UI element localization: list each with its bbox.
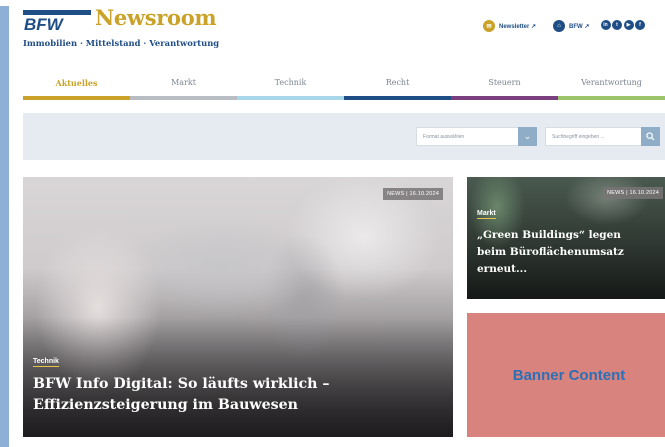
nav-color-bar	[237, 96, 344, 100]
search-input[interactable]: Suchbegriff eingeben ...	[545, 127, 660, 146]
newsletter-label: Newsletter ↗	[499, 23, 537, 30]
mail-icon: ✉	[483, 20, 495, 32]
main-nav: Aktuelles Markt Technik Recht Steuern Ve…	[23, 76, 665, 100]
hero-title-line: BFW Info Digital: So läufts wirklich –	[33, 376, 330, 392]
side-title-line: beim Büroflächenumsatz	[477, 246, 624, 258]
youtube-icon[interactable]: ▶	[623, 20, 634, 30]
side-title[interactable]: „Green Buildings“ legen beim Büroflächen…	[477, 227, 624, 278]
nav-item-verantwortung[interactable]: Verantwortung	[558, 76, 665, 100]
hero-title-line: Effizienzsteigerung im Bauwesen	[33, 397, 298, 413]
side-title-line: „Green Buildings“ legen	[477, 229, 621, 241]
side-category[interactable]: Markt	[477, 210, 496, 219]
social-links: in t ▶ f	[599, 20, 645, 30]
search-button[interactable]	[641, 127, 660, 146]
format-select-placeholder: Format auswählen	[423, 134, 465, 140]
house-icon: ⌂	[553, 20, 565, 32]
nav-label: Recht	[385, 78, 410, 87]
nav-color-bar	[558, 96, 665, 100]
banner-ad[interactable]: Banner Content	[467, 313, 665, 437]
bfw-logo-icon: BFW	[23, 10, 91, 34]
hero-article[interactable]: NEWS | 16.10.2024 Technik BFW Info Digit…	[23, 177, 453, 437]
newsroom-page: BFW Newsroom Immobilien · Mittelstand · …	[9, 0, 665, 447]
bfw-link[interactable]: ⌂ BFW ↗	[553, 20, 589, 32]
page-corner	[0, 0, 9, 6]
nav-color-bar	[23, 96, 130, 100]
chevron-down-icon[interactable]: ⌄	[518, 127, 537, 146]
filter-bar: Format auswählen ⌄ Suchbegriff eingeben …	[23, 113, 665, 160]
search-placeholder: Suchbegriff eingeben ...	[552, 134, 605, 140]
nav-item-technik[interactable]: Technik	[237, 76, 344, 100]
nav-color-bar	[130, 96, 237, 100]
bfw-link-label: BFW ↗	[569, 23, 590, 30]
side-date-badge: NEWS | 16.10.2024	[603, 187, 663, 199]
nav-color-bar	[451, 96, 558, 100]
nav-item-recht[interactable]: Recht	[344, 76, 451, 100]
brand-tagline: Immobilien · Mittelstand · Verantwortung	[23, 38, 220, 48]
nav-label: Aktuelles	[55, 78, 98, 88]
format-select[interactable]: Format auswählen ⌄	[416, 127, 537, 146]
nav-label: Steuern	[488, 78, 521, 87]
nav-item-markt[interactable]: Markt	[130, 76, 237, 100]
hero-title[interactable]: BFW Info Digital: So läufts wirklich – E…	[33, 374, 330, 416]
side-article[interactable]: NEWS | 16.10.2024 Markt „Green Buildings…	[467, 177, 665, 299]
search-icon	[646, 132, 655, 141]
hero-date-badge: NEWS | 16.10.2024	[383, 188, 443, 200]
linkedin-icon[interactable]: in	[600, 20, 611, 30]
twitter-icon[interactable]: t	[612, 20, 622, 30]
side-title-line: erneut...	[477, 263, 527, 275]
nav-color-bar	[344, 96, 451, 100]
brand-title[interactable]: Newsroom	[95, 5, 217, 30]
nav-item-steuern[interactable]: Steuern	[451, 76, 558, 100]
nav-label: Markt	[171, 78, 196, 87]
nav-label: Verantwortung	[581, 78, 642, 87]
nav-item-aktuelles[interactable]: Aktuelles	[23, 76, 130, 100]
logo-text: BFW	[24, 15, 65, 32]
hero-category[interactable]: Technik	[33, 358, 59, 367]
nav-label: Technik	[274, 78, 307, 87]
facebook-icon[interactable]: f	[635, 20, 645, 30]
newsletter-link[interactable]: ✉ Newsletter ↗	[483, 20, 536, 32]
